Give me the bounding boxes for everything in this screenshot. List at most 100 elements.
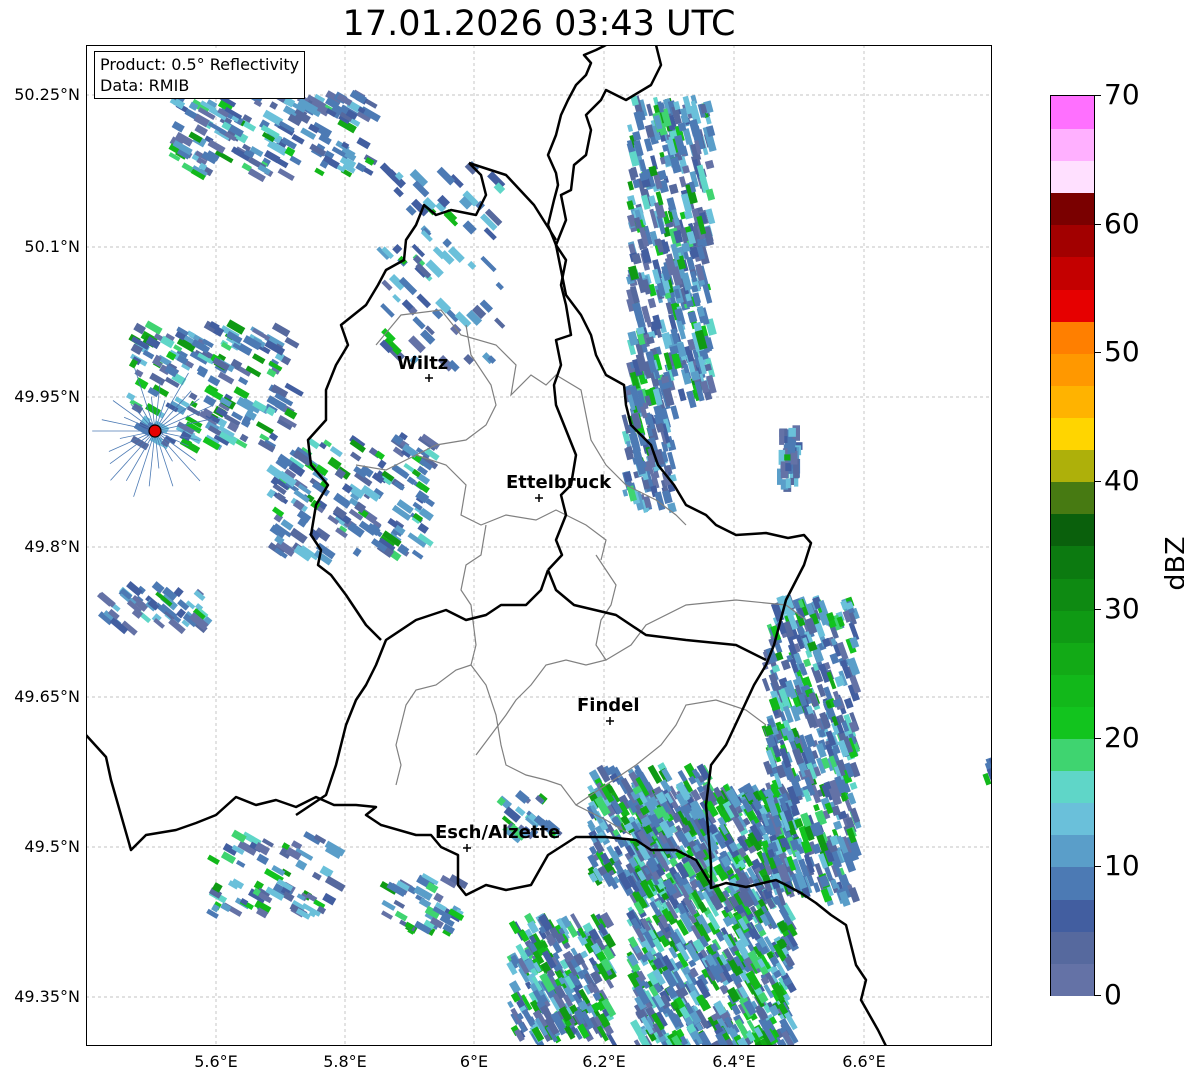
product-info-box: Product: 0.5° Reflectivity Data: RMIB [94,51,306,99]
echo-cell [349,451,362,462]
colorbar-segment [1051,802,1094,836]
city-label: Ettelbruck [506,472,612,493]
colorbar-segment [1051,352,1094,386]
echo-cell [252,353,266,365]
echo-cell [291,840,303,851]
echo-cell [255,421,274,435]
colorbar-tick-label: 30 [1104,592,1140,626]
canton-border-line [475,554,617,756]
echo-cell [266,488,276,499]
echo-cell [843,697,854,709]
echo-cell [408,335,426,354]
colorbar-segment [1051,738,1094,772]
radar-echoes [96,89,992,1046]
colorbar-segment [1051,770,1094,804]
echo-cell [411,549,424,560]
canton-borders [355,309,807,836]
colorbar-segment [1051,930,1094,964]
radar-map[interactable]: Wiltz Ettelbruck Findel Esch/Alzette [86,45,992,1046]
echo-cell [319,865,334,879]
colorbar-segment [1051,962,1094,996]
city-marker: Findel [577,695,640,725]
echo-cell [632,302,645,322]
colorbar-segment [1051,288,1094,322]
echo-cell [177,599,190,611]
colorbar-label: dBZ [1160,536,1184,591]
colorbar-segment [1051,128,1094,162]
echo-cell [687,310,698,323]
colorbar-segment [1051,609,1094,643]
echo-cell [677,388,687,402]
colorbar-tick [1095,223,1101,225]
echo-cell [412,316,426,330]
echo-cell [256,853,269,865]
echo-cell [849,781,858,791]
echo-cell [324,875,346,892]
echo-cell [697,305,706,317]
echo-cell [236,860,246,868]
latitude-tick-label: 49.65°N [14,687,80,706]
canton-border-line [395,524,487,786]
echo-cell [662,489,673,504]
echo-cell [670,405,680,420]
echo-cell [352,547,362,557]
city-marker: Wiltz [397,353,448,382]
colorbar-tick-label: 70 [1104,78,1140,111]
echo-cell [679,176,687,188]
colorbar-tick-label: 20 [1104,720,1140,754]
echo-cell [495,281,504,291]
echo-cell [333,492,352,509]
city-plus-icon [606,717,614,725]
data-source-text: Data: RMIB [100,76,190,95]
echo-cell [142,349,155,360]
echo-cell [231,829,247,843]
colorbar-segment [1051,96,1094,129]
city-label: Wiltz [397,353,448,374]
colorbar-tick [1095,95,1101,96]
longitude-tick-label: 5.6°E [194,1052,238,1071]
radar-site-marker [92,367,213,497]
colorbar-tick-label: 10 [1104,849,1140,883]
colorbar-segment [1051,866,1094,900]
latitude-tick-label: 50.25°N [14,85,80,104]
echo-cell [126,392,136,401]
city-marker: Ettelbruck [506,472,612,502]
country-border-line [546,569,767,662]
echo-cell [277,168,295,181]
echo-cell [627,124,634,133]
echo-cell [284,382,304,397]
colorbar-tick [1095,480,1101,482]
echo-cell [217,371,235,385]
echo-cell [322,892,337,906]
radar-site-dot [148,424,162,438]
colorbar-segment [1051,224,1094,258]
colorbar-segment [1051,481,1094,515]
echo-cell [329,445,343,458]
echo-cell [134,377,149,390]
colorbar-segment [1051,160,1094,194]
echo-cell [144,320,163,335]
echo-cell [790,450,798,465]
colorbar-tick [1095,609,1101,611]
colorbar-tick [1095,737,1101,739]
colorbar-segment [1051,384,1094,418]
echo-cell [768,673,781,692]
echo-cell [189,400,198,408]
colorbar-segment [1051,449,1094,483]
echo-cell [379,162,399,182]
echo-cell [188,392,198,401]
echo-cell [462,220,477,235]
echo-cell [149,372,166,386]
colorbar-segment [1051,898,1094,932]
colorbar-tick [1095,866,1101,868]
colorbar-segment [1051,513,1094,547]
echo-cell [705,188,716,201]
colorbar-tick-label: 40 [1104,463,1140,497]
echo-cell [411,243,426,258]
longitude-tick-label: 6°E [459,1052,489,1071]
echo-cell [494,317,506,329]
echo-cell [779,429,785,445]
echo-cell [381,899,396,911]
echo-cell [507,1000,514,1009]
echo-cell [647,297,657,309]
